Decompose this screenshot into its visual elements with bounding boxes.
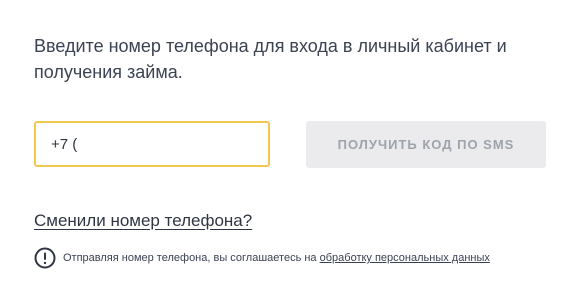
personal-data-link[interactable]: обработку персональных данных bbox=[320, 252, 490, 264]
login-instructions: Введите номер телефона для входа в личны… bbox=[34, 36, 507, 82]
phone-input[interactable] bbox=[36, 123, 268, 165]
consent-text: Отправляя номер телефона, вы соглашаетес… bbox=[63, 252, 320, 264]
get-sms-code-button[interactable]: ПОЛУЧИТЬ КОД ПО SMS bbox=[306, 121, 546, 168]
phone-field[interactable] bbox=[34, 121, 270, 167]
info-icon bbox=[34, 247, 56, 269]
changed-phone-link[interactable]: Сменили номер телефона? bbox=[34, 211, 252, 231]
consent-notice: Отправляя номер телефона, вы соглашаетес… bbox=[34, 247, 564, 269]
consent-notice-text: Отправляя номер телефона, вы соглашаетес… bbox=[63, 252, 490, 264]
